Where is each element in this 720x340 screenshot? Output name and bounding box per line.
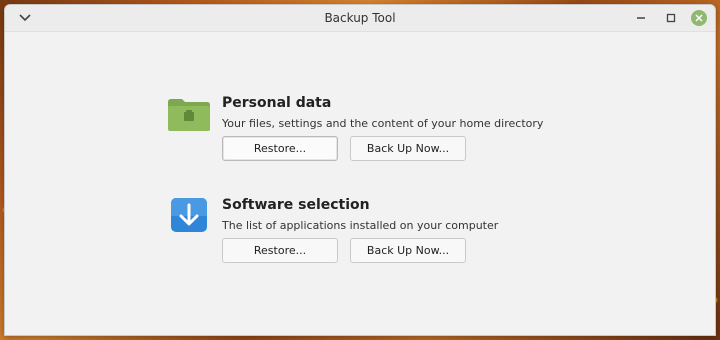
window-controls xyxy=(631,8,707,28)
personal-data-description: Your files, settings and the content of … xyxy=(222,117,544,130)
software-selection-text: Software selection The list of applicati… xyxy=(222,196,498,233)
close-icon xyxy=(695,14,703,22)
personal-restore-button[interactable]: Restore... xyxy=(222,136,338,161)
backup-tool-window: Backup Tool Personal data Your files, se… xyxy=(4,4,716,336)
minimize-icon xyxy=(637,17,645,19)
personal-data-text: Personal data Your files, settings and t… xyxy=(222,94,543,131)
software-restore-button[interactable]: Restore... xyxy=(222,238,338,263)
download-arrow-icon xyxy=(167,198,211,234)
minimize-button[interactable] xyxy=(631,8,651,28)
software-selection-buttons: Restore... Back Up Now... xyxy=(222,238,466,263)
title-bar[interactable]: Backup Tool xyxy=(5,5,715,32)
software-backup-button[interactable]: Back Up Now... xyxy=(350,238,466,263)
window-title: Backup Tool xyxy=(324,11,396,25)
personal-backup-button[interactable]: Back Up Now... xyxy=(350,136,466,161)
personal-data-buttons: Restore... Back Up Now... xyxy=(222,136,466,161)
close-button[interactable] xyxy=(691,10,707,26)
folder-icon xyxy=(167,96,211,132)
maximize-button[interactable] xyxy=(661,8,681,28)
main-content: Personal data Your files, settings and t… xyxy=(5,32,715,335)
chevron-down-icon[interactable] xyxy=(15,8,35,28)
software-selection-heading: Software selection xyxy=(222,197,370,213)
chevron-down-icon-glyph xyxy=(19,14,31,22)
maximize-icon xyxy=(666,13,676,23)
software-selection-description: The list of applications installed on yo… xyxy=(222,219,499,232)
personal-data-heading: Personal data xyxy=(222,95,332,111)
